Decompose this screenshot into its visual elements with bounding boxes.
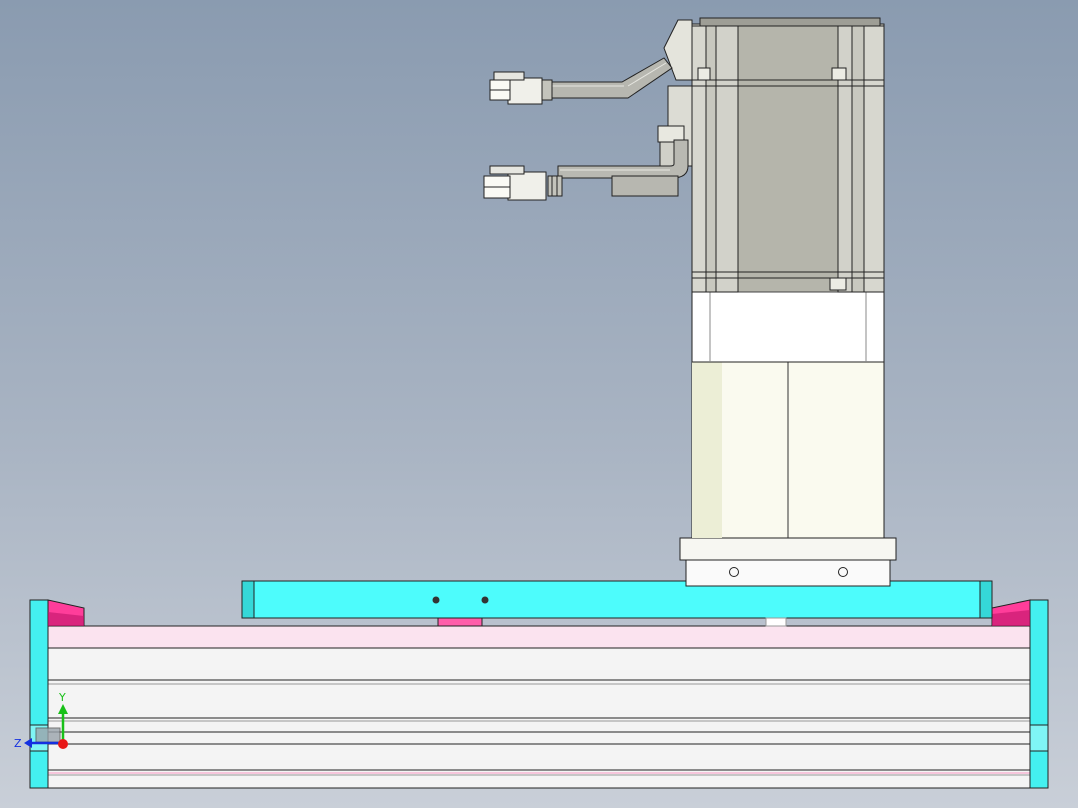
x-axis-dot	[58, 739, 68, 749]
y-axis-label: Y	[58, 691, 66, 704]
cad-drawing: Y Z	[14, 17, 1049, 789]
screw-hole	[481, 596, 489, 604]
encoder-cable[interactable]	[483, 139, 689, 201]
cad-viewport[interactable]: Y Z	[0, 0, 1078, 808]
power-cable[interactable]	[489, 57, 673, 105]
z-axis-label: Z	[14, 737, 22, 750]
gearbox[interactable]	[691, 291, 885, 539]
carriage-plate[interactable]	[241, 580, 993, 627]
motor-mount-flange[interactable]	[679, 537, 897, 587]
linear-rail[interactable]	[47, 625, 1031, 789]
screw-hole	[432, 596, 440, 604]
servo-motor[interactable]	[657, 17, 885, 293]
